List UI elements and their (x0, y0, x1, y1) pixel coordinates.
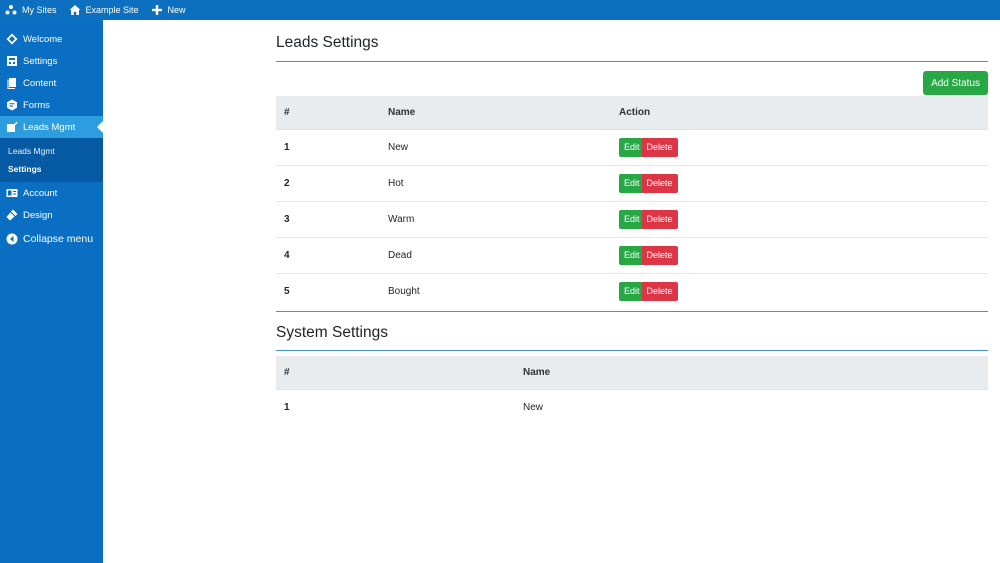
row-number: 1 (284, 401, 290, 413)
site-name-label: Example Site (85, 5, 139, 15)
submenu-item-settings[interactable]: Settings (0, 160, 103, 178)
design-icon (6, 209, 18, 221)
row-name: New (523, 401, 544, 413)
admin-bar: My Sites Example Site New (0, 0, 1000, 20)
row-actions: Edit Delete (611, 129, 988, 166)
sidebar-item-forms[interactable]: Forms (0, 94, 103, 116)
sidebar-item-label: Content (23, 77, 57, 89)
row-actions: Edit Delete (611, 273, 988, 309)
table-row: 1 New (276, 389, 988, 425)
sites-icon (5, 4, 17, 16)
delete-button[interactable]: Delete (641, 209, 678, 229)
column-header-number: # (276, 96, 380, 130)
edit-button[interactable]: Edit (619, 137, 645, 157)
row-actions: Edit Delete (611, 165, 988, 202)
plus-icon (151, 4, 163, 16)
home-icon (69, 4, 81, 16)
delete-button[interactable]: Delete (641, 173, 678, 193)
new-label: New (167, 5, 186, 15)
leads-submenu: Leads Mgmt Settings (0, 138, 103, 182)
my-sites-label: My Sites (22, 5, 57, 15)
row-number: 4 (276, 237, 380, 274)
row-name: New (380, 129, 611, 166)
sidebar-item-design[interactable]: Design (0, 204, 103, 226)
row-actions: Edit Delete (611, 201, 988, 238)
leads-settings-title: Leads Settings (276, 34, 379, 51)
delete-button[interactable]: Delete (641, 281, 678, 301)
my-sites-link[interactable]: My Sites (5, 0, 57, 20)
row-number: 1 (276, 129, 380, 166)
add-status-button[interactable]: Add Status (923, 71, 988, 95)
sidebar-item-label: Collapse menu (23, 233, 94, 245)
collapse-menu-button[interactable]: Collapse menu (0, 226, 103, 252)
sidebar-item-label: Welcome (23, 33, 63, 45)
column-header-name: Name (515, 356, 988, 390)
sidebar-item-label: Account (23, 187, 58, 199)
row-number: 3 (276, 201, 380, 238)
sidebar-item-account[interactable]: Account (0, 182, 103, 204)
sidebar-item-settings[interactable]: Settings (0, 50, 103, 72)
account-icon (6, 187, 18, 199)
row-name: Dead (380, 237, 611, 274)
sidebar: Welcome Settings Content Forms Leads Mgm… (0, 20, 103, 563)
edit-button[interactable]: Edit (619, 281, 645, 301)
table-row: 3 Warm Edit Delete (276, 201, 988, 238)
table-row: 4 Dead Edit Delete (276, 237, 988, 274)
collapse-icon (6, 233, 18, 245)
leads-status-table: # Name Action 1 New Edit Delete 2 Hot Edi… (276, 96, 988, 309)
sidebar-item-content[interactable]: Content (0, 72, 103, 94)
system-settings-table: # Name 1 New (276, 356, 988, 425)
leads-icon (6, 121, 18, 133)
row-number: 5 (284, 285, 290, 297)
submenu-item-leads-mgmt[interactable]: Leads Mgmt (0, 142, 103, 160)
forms-icon (6, 99, 18, 111)
welcome-icon (6, 33, 18, 45)
row-number: 2 (276, 165, 380, 202)
new-content-link[interactable]: New (151, 0, 186, 20)
sidebar-item-label: Forms (23, 99, 50, 111)
column-header-name: Name (380, 96, 611, 130)
column-header-action: Action (611, 96, 988, 130)
sidebar-item-leads-mgmt[interactable]: Leads Mgmt (0, 116, 103, 138)
row-name: Warm (380, 201, 611, 238)
row-name: Bought (388, 285, 420, 297)
sidebar-item-welcome[interactable]: Welcome (0, 28, 103, 50)
row-name: Hot (380, 165, 611, 202)
content-icon (6, 77, 18, 89)
table-row: 5 Bought Edit Delete (276, 273, 988, 309)
site-name-link[interactable]: Example Site (69, 0, 139, 20)
sidebar-item-label: Design (23, 209, 53, 221)
delete-button[interactable]: Delete (641, 137, 678, 157)
edit-button[interactable]: Edit (619, 209, 645, 229)
edit-button[interactable]: Edit (619, 173, 645, 193)
table-row: 1 New Edit Delete (276, 129, 988, 166)
toolbar: Add Status (276, 62, 988, 96)
edit-button[interactable]: Edit (619, 245, 645, 265)
row-actions: Edit Delete (611, 237, 988, 274)
sidebar-item-label: Leads Mgmt (23, 121, 76, 133)
column-header-number: # (276, 356, 515, 390)
system-settings-title: System Settings (276, 324, 388, 341)
settings-icon (6, 55, 18, 67)
sidebar-item-label: Settings (23, 55, 58, 67)
delete-button[interactable]: Delete (641, 245, 678, 265)
main-content: Leads Settings Add Status # Name Action … (276, 20, 988, 425)
table-row: 2 Hot Edit Delete (276, 165, 988, 202)
